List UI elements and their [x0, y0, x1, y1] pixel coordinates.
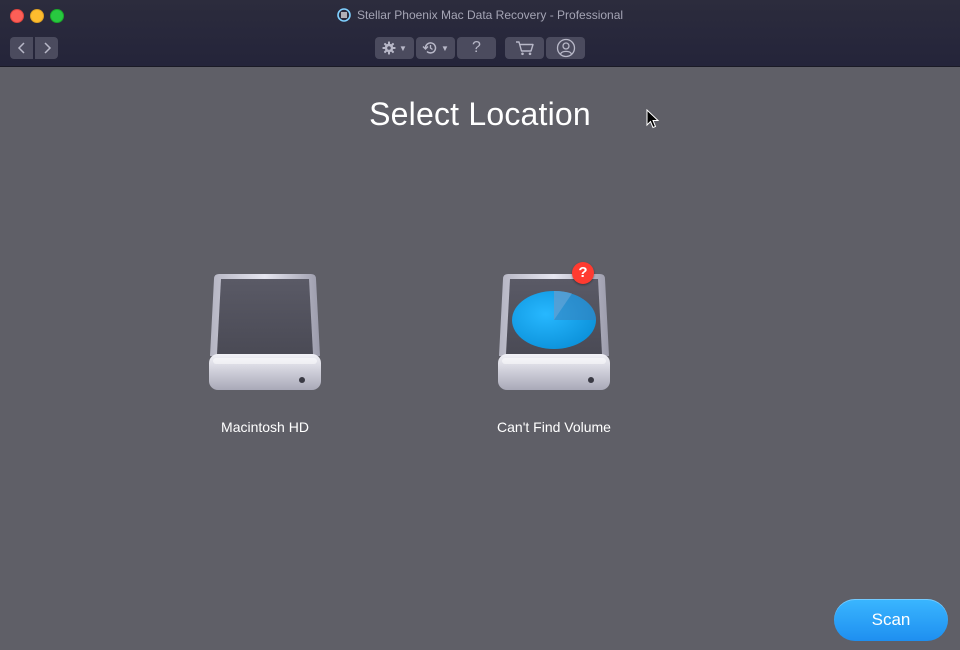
navigation-group — [10, 37, 58, 59]
gear-icon — [382, 41, 396, 55]
history-icon — [422, 42, 437, 54]
chevron-right-icon — [43, 42, 51, 54]
drive-label: Can't Find Volume — [497, 419, 611, 435]
app-logo-icon — [337, 8, 351, 25]
window-title-text: Stellar Phoenix Mac Data Recovery - Prof… — [356, 8, 624, 22]
user-icon — [556, 38, 575, 58]
back-button[interactable] — [10, 37, 33, 59]
hard-drive-pie-icon — [498, 274, 610, 390]
chevron-down-icon: ▼ — [399, 43, 407, 53]
help-icon: ? — [472, 39, 481, 56]
cart-button[interactable] — [505, 37, 544, 59]
mouse-pointer-icon — [646, 108, 660, 134]
window-title: Stellar Phoenix Mac Data Recovery - Prof… — [0, 8, 960, 25]
account-button[interactable] — [546, 37, 585, 59]
scan-button[interactable]: Scan — [834, 599, 948, 641]
help-button[interactable]: ? — [457, 37, 496, 59]
page-title: Select Location — [369, 96, 591, 132]
title-bar: Stellar Phoenix Mac Data Recovery - Prof… — [0, 0, 960, 67]
question-badge-icon: ? — [572, 262, 594, 284]
chevron-down-icon: ▼ — [441, 43, 449, 53]
history-button[interactable]: ▼ — [416, 37, 455, 59]
drive-cant-find-volume[interactable]: ? Can't Find Volume — [494, 262, 614, 435]
hard-drive-icon — [209, 274, 321, 390]
forward-button[interactable] — [35, 37, 58, 59]
drive-label: Macintosh HD — [221, 419, 309, 435]
cart-icon — [515, 41, 534, 56]
settings-button[interactable]: ▼ — [375, 37, 414, 59]
chevron-left-icon — [17, 42, 25, 54]
drive-macintosh-hd[interactable]: Macintosh HD — [205, 270, 325, 435]
